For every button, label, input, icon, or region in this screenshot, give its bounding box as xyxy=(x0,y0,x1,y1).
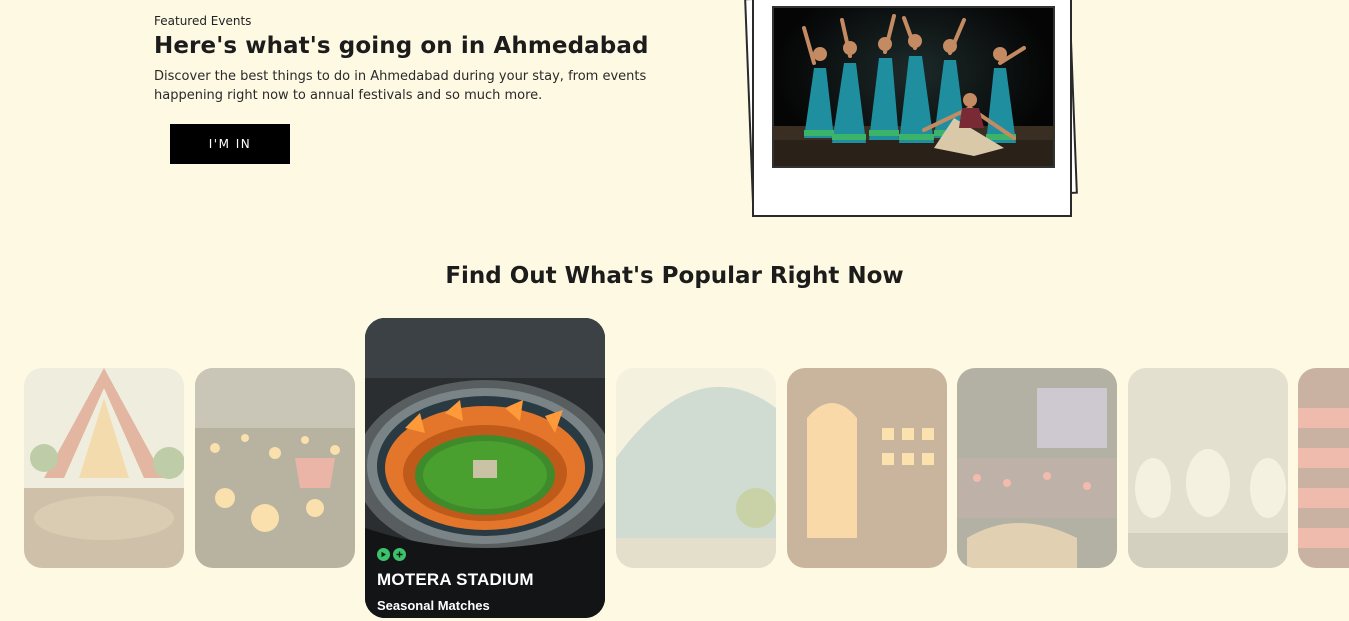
featured-events-label: Featured Events xyxy=(154,14,252,28)
im-in-button[interactable]: I'M IN xyxy=(170,124,290,164)
carousel-card-8[interactable] xyxy=(1298,368,1349,568)
popular-section-title: Find Out What's Popular Right Now xyxy=(445,263,904,289)
carousel-card-motera-stadium[interactable]: MOTERA STADIUM Seasonal Matches xyxy=(365,318,605,618)
carousel-card-4[interactable] xyxy=(616,368,776,568)
card-action-icons xyxy=(377,548,406,561)
hero-title: Here's what's going on in Ahmedabad xyxy=(154,33,649,59)
carousel-card-5[interactable] xyxy=(787,368,947,568)
polaroid-front-frame xyxy=(752,0,1072,217)
carousel-card-1[interactable] xyxy=(24,368,184,568)
carousel-card-6[interactable] xyxy=(957,368,1117,568)
play-icon[interactable] xyxy=(377,548,390,561)
card-subtitle: Seasonal Matches xyxy=(377,598,490,613)
carousel-card-2[interactable] xyxy=(195,368,355,568)
card-title: MOTERA STADIUM xyxy=(377,570,534,589)
plus-icon[interactable] xyxy=(393,548,406,561)
hero-description: Discover the best things to do in Ahmeda… xyxy=(154,69,647,103)
hero-section: Featured Events Here's what's going on i… xyxy=(154,14,674,105)
featured-event-polaroid xyxy=(742,0,1082,222)
dance-performance-image xyxy=(772,6,1055,168)
carousel-card-7[interactable] xyxy=(1128,368,1288,568)
